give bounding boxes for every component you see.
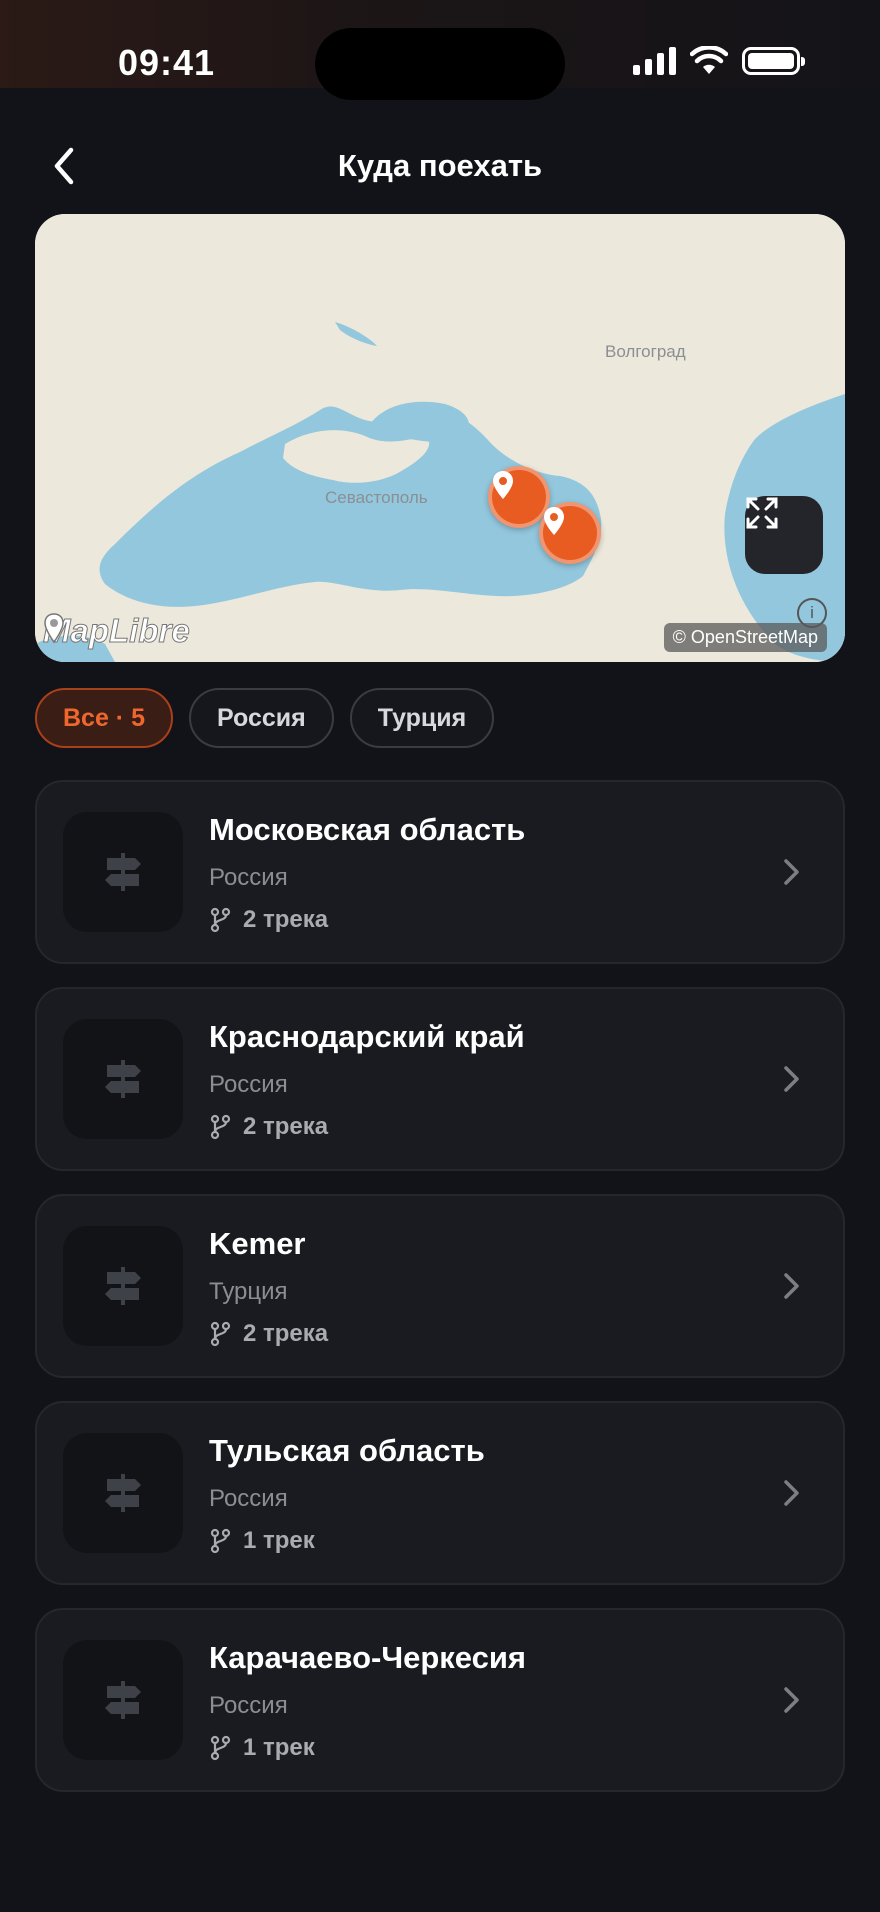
map-city-label: Волгоград [605,342,686,361]
map-city-label: Севастополь [325,488,428,507]
list-item[interactable]: Московская область Россия 2 трека [35,780,845,964]
battery-icon [742,47,805,75]
branch-icon [210,1528,231,1554]
track-count: 1 трек [209,1734,315,1762]
map-view[interactable]: Волгоград Севастополь i © OpenStreetMap [35,214,845,662]
maplibre-logo: MapLibre [43,612,191,650]
track-count-label: 1 трек [243,1527,315,1554]
signpost-icon [105,1681,141,1719]
branch-icon [210,1321,231,1347]
chevron-right-icon [784,859,799,885]
expand-icon [746,497,778,529]
status-icons [633,46,805,76]
track-count-label: 2 трека [243,1320,329,1347]
thumbnail [63,1226,183,1346]
signpost-icon [105,1060,141,1098]
chevron-right-icon [784,1066,799,1092]
branch-icon [210,1114,231,1140]
branch-icon [210,1735,231,1761]
thumbnail [63,1019,183,1139]
destination-list: Московская область Россия 2 трека Красно… [35,780,845,1815]
header: Куда поехать [0,130,880,202]
list-item[interactable]: Kemer Турция 2 трека [35,1194,845,1378]
list-item[interactable]: Карачаево-Черкесия Россия 1 трек [35,1608,845,1792]
destination-country: Россия [209,1692,288,1719]
map-marker[interactable] [539,502,601,564]
destination-country: Турция [209,1278,288,1305]
branch-icon [210,907,231,933]
thumbnail [63,812,183,932]
dynamic-island [315,28,565,100]
chevron-right-icon [784,1480,799,1506]
destination-title: Тульская область [209,1433,485,1468]
destination-title: Карачаево-Черкесия [209,1640,527,1675]
destination-country: Россия [209,1071,288,1098]
track-count: 2 трека [209,906,328,934]
chevron-right-icon [784,1273,799,1299]
track-count: 1 трек [209,1527,315,1555]
thumbnail [63,1640,183,1760]
map-marker[interactable] [488,466,550,528]
signpost-icon [105,1267,141,1305]
destination-country: Россия [209,864,288,891]
page-title: Куда поехать [337,148,543,183]
track-count-label: 1 трек [243,1734,315,1761]
maplibre-logo-text: MapLibre [43,612,191,650]
destination-title: Московская область [209,812,526,847]
chevron-right-icon [784,1687,799,1713]
signpost-icon [105,853,141,891]
maplibre-pin-icon [44,613,64,644]
filter-chip-all[interactable]: Все · 5 [35,688,173,748]
signal-icon [633,47,676,75]
status-bar: 09:41 [0,0,880,100]
signpost-icon [105,1474,141,1512]
osm-attribution[interactable]: © OpenStreetMap [663,623,827,652]
filter-chips: Все · 5 Россия Турция [35,688,495,748]
track-count-label: 2 трека [243,1113,329,1140]
wifi-icon [690,46,728,74]
list-item[interactable]: Тульская область Россия 1 трек [35,1401,845,1585]
list-item[interactable]: Краснодарский край Россия 2 трека [35,987,845,1171]
track-count: 2 трека [209,1113,328,1141]
status-time: 09:41 [118,42,216,83]
location-pin-icon [493,471,513,499]
expand-map-button[interactable] [745,496,823,574]
filter-chip-russia[interactable]: Россия [188,688,334,748]
track-count-label: 2 трека [243,906,329,933]
destination-country: Россия [209,1485,288,1512]
thumbnail [63,1433,183,1553]
destination-title: Краснодарский край [209,1019,525,1054]
track-count: 2 трека [209,1320,328,1348]
location-pin-icon [544,507,564,535]
map-tiles [35,214,845,662]
filter-chip-turkey[interactable]: Турция [349,688,495,748]
destination-title: Kemer [209,1226,306,1261]
